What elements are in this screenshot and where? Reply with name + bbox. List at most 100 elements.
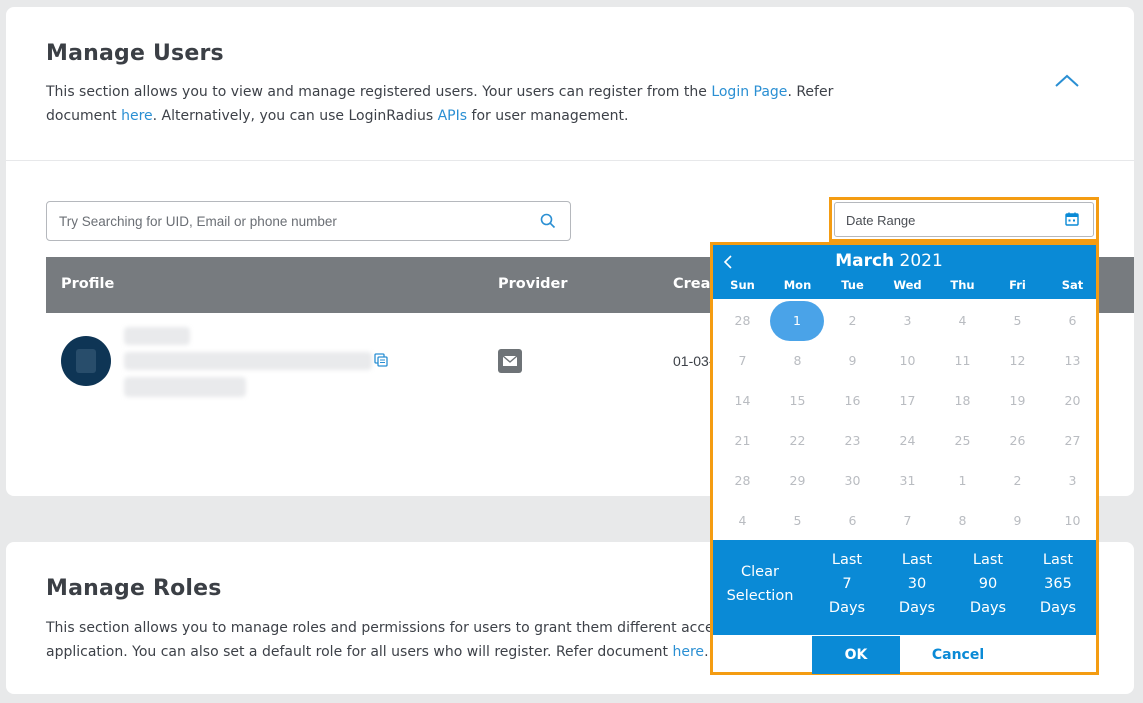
calendar-day[interactable]: 18 [935, 381, 990, 421]
calendar-day[interactable]: 5 [990, 301, 1045, 341]
calendar-day[interactable]: 11 [935, 341, 990, 381]
calendar-day[interactable]: 23 [825, 421, 880, 461]
calendar-day[interactable]: 3 [880, 301, 935, 341]
calendar-day-selected[interactable]: 1 [770, 301, 824, 341]
calendar-day[interactable]: 28 [715, 301, 770, 341]
calendar-day[interactable]: 4 [935, 301, 990, 341]
calendar-day[interactable]: 6 [825, 501, 880, 541]
calendar-day[interactable]: 9 [825, 341, 880, 381]
preset-label-line: 7 [842, 576, 852, 592]
calendar-day[interactable]: 8 [770, 341, 825, 381]
calendar-day[interactable]: 4 [715, 501, 770, 541]
weekday-label: Fri [1009, 278, 1026, 292]
cancel-button[interactable]: Cancel [913, 636, 1003, 674]
blurred-user-email [124, 352, 372, 370]
weekday-label: Sun [730, 278, 755, 292]
manage-roles-description: This section allows you to manage roles … [46, 616, 746, 664]
blurred-user-phone [124, 377, 246, 397]
calendar-day[interactable]: 1 [935, 461, 990, 501]
preset-label-line: Last [901, 552, 933, 568]
calendar-day[interactable]: 7 [880, 501, 935, 541]
ok-button[interactable]: OK [812, 636, 900, 674]
calendar-day[interactable]: 6 [1045, 301, 1100, 341]
calendar-day[interactable]: 30 [825, 461, 880, 501]
preset-last-days[interactable]: Last 90 Days [963, 548, 1013, 620]
weekday-label: Thu [950, 278, 975, 292]
search-input[interactable] [59, 202, 529, 240]
preset-label-line: Days [969, 600, 1007, 616]
calendar-day[interactable]: 24 [880, 421, 935, 461]
date-range-picker: March 2021 Sun Mon Tue Wed Thu Fri Sat 28 1 2 3 4 5… [710, 242, 1099, 675]
calendar-day[interactable]: 2 [825, 301, 880, 341]
desc-text: application. You can also set a default … [46, 644, 673, 660]
avatar [61, 336, 111, 386]
calendar-day[interactable]: 28 [715, 461, 770, 501]
chevron-up-icon [1055, 74, 1079, 87]
preset-label-line: 365 [1044, 576, 1072, 592]
desc-text: . Refer [787, 84, 834, 100]
preset-label-line: 90 [978, 576, 998, 592]
calendar-day[interactable]: 21 [715, 421, 770, 461]
roles-docs-here-link[interactable]: here [673, 644, 705, 660]
calendar-header: March 2021 Sun Mon Tue Wed Thu Fri Sat [713, 245, 1096, 299]
calendar-day[interactable]: 26 [990, 421, 1045, 461]
preset-label-line: Days [1039, 600, 1077, 616]
date-range-input[interactable]: Date Range [834, 202, 1094, 237]
manage-users-description: This section allows you to view and mana… [46, 80, 836, 128]
calendar-day[interactable]: 22 [770, 421, 825, 461]
collapse-section-button[interactable] [1054, 73, 1084, 97]
created-date: 01-03- [673, 353, 713, 369]
calendar-month-title: March 2021 [713, 251, 1065, 271]
blurred-user-name [124, 327, 190, 345]
calendar-icon[interactable] [1065, 212, 1079, 226]
calendar-day[interactable]: 2 [990, 461, 1045, 501]
desc-text: document [46, 108, 122, 124]
calendar-day[interactable]: 27 [1045, 421, 1100, 461]
search-box[interactable] [46, 201, 571, 241]
column-header-provider[interactable]: Provider [498, 276, 568, 292]
column-header-profile[interactable]: Profile [61, 276, 114, 292]
search-icon[interactable] [540, 213, 556, 229]
calendar-day[interactable]: 13 [1045, 341, 1100, 381]
preset-clear-selection[interactable]: Clear Selection [725, 560, 795, 608]
preset-ranges: Clear Selection Last 7 Days Last 30 Days Last 90 D… [713, 540, 1096, 635]
preset-label-line: Selection [726, 588, 794, 604]
copy-icon[interactable] [374, 353, 388, 367]
calendar-day[interactable]: 12 [990, 341, 1045, 381]
column-header-created[interactable]: Created [673, 276, 713, 292]
desc-text: This section allows you to manage roles … [46, 620, 729, 636]
preset-last-days[interactable]: Last 30 Days [892, 548, 942, 620]
calendar-day[interactable]: 8 [935, 501, 990, 541]
preset-label-line: Clear [741, 564, 779, 580]
manage-roles-title: Manage Roles [46, 576, 222, 601]
calendar-day[interactable]: 14 [715, 381, 770, 421]
desc-text: for user management. [467, 108, 629, 124]
calendar-day[interactable]: 31 [880, 461, 935, 501]
date-range-placeholder: Date Range [846, 213, 916, 228]
preset-label-line: Last [972, 552, 1004, 568]
calendar-day[interactable]: 5 [770, 501, 825, 541]
calendar-day[interactable]: 19 [990, 381, 1045, 421]
docs-here-link[interactable]: here [121, 108, 153, 124]
calendar-day[interactable]: 10 [1045, 501, 1100, 541]
apis-link[interactable]: APIs [438, 108, 467, 124]
calendar-day[interactable]: 9 [990, 501, 1045, 541]
weekday-label: Tue [841, 278, 864, 292]
preset-last-days[interactable]: Last 7 Days [822, 548, 872, 620]
calendar-day[interactable]: 15 [770, 381, 825, 421]
preset-label-line: Last [831, 552, 863, 568]
calendar-day[interactable]: 3 [1045, 461, 1100, 501]
calendar-day[interactable]: 20 [1045, 381, 1100, 421]
calendar-day[interactable]: 7 [715, 341, 770, 381]
calendar-day[interactable]: 16 [825, 381, 880, 421]
calendar-year: 2021 [899, 251, 943, 271]
login-page-link[interactable]: Login Page [711, 84, 787, 100]
manage-users-title: Manage Users [46, 41, 224, 66]
calendar-day[interactable]: 10 [880, 341, 935, 381]
calendar-day[interactable]: 17 [880, 381, 935, 421]
preset-label-line: Last [1042, 552, 1074, 568]
desc-text: . [704, 644, 709, 660]
preset-last-days[interactable]: Last 365 Days [1033, 548, 1083, 620]
calendar-day[interactable]: 25 [935, 421, 990, 461]
calendar-day[interactable]: 29 [770, 461, 825, 501]
